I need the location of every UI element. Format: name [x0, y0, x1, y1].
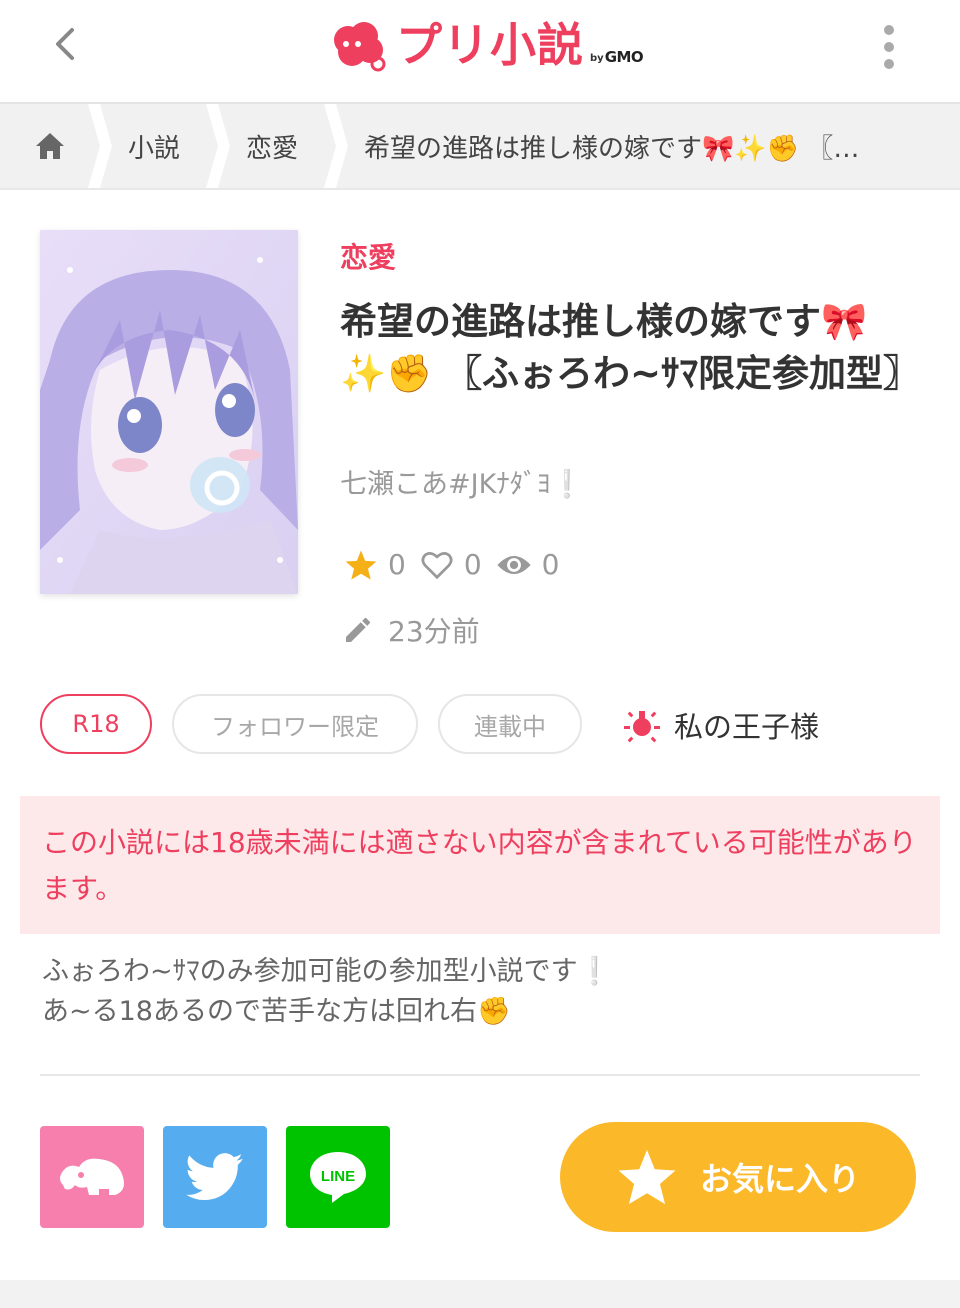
age-warning: この小説には18歳未満には適さない内容が含まれている可能性があります。 [20, 796, 940, 934]
breadcrumb-home[interactable] [30, 104, 70, 188]
view-count-value: 0 [541, 548, 560, 581]
like-count: 0 [420, 548, 482, 581]
view-count: 0 [496, 548, 560, 581]
prism-logo-icon [334, 22, 386, 72]
logo-by: by [590, 53, 604, 64]
share-twitter-button[interactable] [163, 1126, 267, 1228]
breadcrumb-item-current: 希望の進路は推し様の嫁です🎀✨✊ 〖… [364, 133, 860, 164]
description-line: ふぉろわ~ｻﾏのみ参加可能の参加型小説です❕ [42, 956, 612, 987]
book-cover-image[interactable] [40, 230, 298, 594]
book-genre[interactable]: 恋愛 [340, 236, 396, 276]
elephant-icon [60, 1158, 124, 1195]
serializing-tag: 連載中 [438, 694, 582, 754]
divider [40, 1074, 920, 1076]
chevron-left-icon[interactable] [44, 22, 88, 66]
prince-badge-label: 私の王子様 [674, 710, 820, 744]
heart-icon [421, 551, 453, 579]
star-count: 0 [344, 548, 406, 581]
breadcrumb-item-romance[interactable]: 恋愛 [246, 104, 298, 188]
breadcrumb-separator [88, 104, 112, 188]
eye-icon [497, 555, 531, 574]
updated-time-text: 23分前 [388, 615, 480, 648]
twitter-bird-icon [186, 1153, 243, 1201]
breadcrumb-separator [324, 104, 348, 188]
favorite-button[interactable]: お気に入り [560, 1122, 916, 1232]
book-description: ふぉろわ~ｻﾏのみ参加可能の参加型小説です❕ あ~る18あるので苦手な方は回れ右… [42, 952, 922, 1032]
app-logo[interactable]: プリ小説 by GMO [328, 14, 644, 74]
book-author[interactable]: 七瀬こあ#JKﾅﾀﾞﾖ❕ [340, 462, 584, 501]
book-stats: 0 0 0 [344, 548, 573, 581]
pencil-icon [346, 618, 370, 642]
prince-icon [624, 711, 660, 743]
logo-gmo: GMO [604, 48, 644, 66]
app-header: プリ小説 by GMO [0, 0, 960, 104]
footer-band [0, 1280, 960, 1308]
follower-only-tag: フォロワー限定 [172, 694, 418, 754]
prince-badge[interactable]: 私の王子様 [622, 700, 819, 750]
breadcrumb: 小説 恋愛 希望の進路は推し様の嫁です🎀✨✊ 〖… [0, 104, 960, 190]
breadcrumb-separator [206, 104, 230, 188]
book-title: 希望の進路は推し様の嫁です🎀✨✊ 〖ふぉろわ~ｻﾏ限定参加型〗 [340, 300, 921, 395]
star-icon [345, 549, 377, 580]
star-icon [618, 1149, 676, 1205]
logo-text: プリ小説 [396, 18, 584, 72]
breadcrumb-item-novel[interactable]: 小説 [128, 104, 180, 188]
like-count-value: 0 [463, 548, 482, 581]
line-icon: LINE [310, 1152, 366, 1203]
share-prism-button[interactable] [40, 1126, 144, 1228]
favorite-button-label: お気に入り [699, 1160, 860, 1198]
vertical-dots-icon[interactable] [874, 22, 904, 72]
share-line-button[interactable]: LINE [286, 1126, 390, 1228]
updated-time: 23分前 [342, 610, 480, 650]
description-line: あ~る18あるので苦手な方は回れ右✊ [42, 996, 511, 1027]
line-label: LINE [321, 1168, 355, 1185]
home-icon [36, 133, 64, 159]
star-count-value: 0 [388, 548, 406, 581]
r18-tag: R18 [40, 694, 152, 754]
